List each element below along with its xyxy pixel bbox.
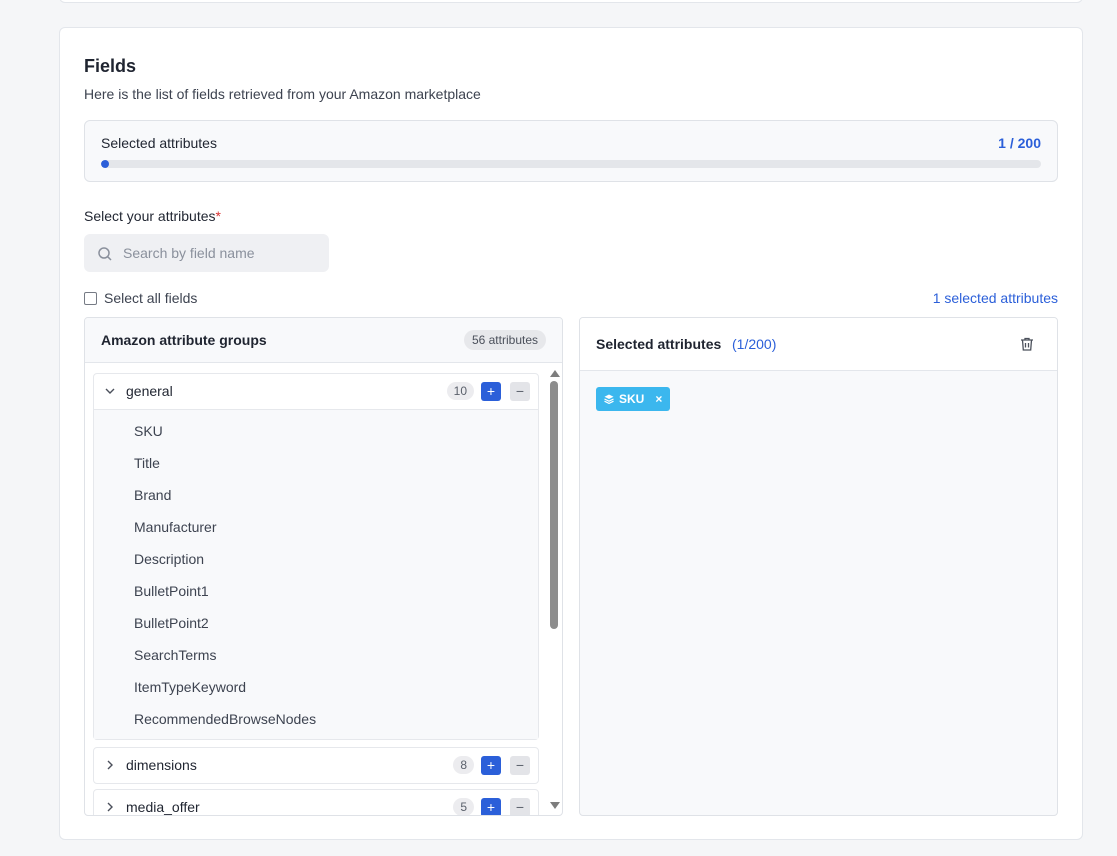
groups-scrollbar[interactable] [546, 364, 562, 815]
select-attributes-label-text: Select your attributes [84, 208, 216, 224]
selected-attribute-chip[interactable]: SKU × [596, 387, 671, 411]
attributes-count-badge: 56 attributes [463, 330, 546, 350]
attribute-groups-title: Amazon attribute groups [101, 332, 267, 348]
group-count-badge: 8 [453, 756, 474, 774]
group-general: general 10 + − SKU Title Brand Manufactu… [93, 373, 539, 740]
selected-attributes-panel: Selected attributes (1/200) SKU × [579, 317, 1058, 816]
chevron-right-icon[interactable] [105, 760, 115, 770]
attribute-item[interactable]: Title [94, 447, 538, 479]
trash-icon[interactable] [1019, 336, 1035, 352]
progress-count: 1 / 200 [998, 135, 1041, 151]
group-dimensions: dimensions 8 + − [93, 747, 539, 784]
select-all-checkbox[interactable] [84, 291, 97, 305]
attribute-item[interactable]: ItemTypeKeyword [94, 671, 538, 703]
required-mark: * [215, 208, 221, 224]
search-input[interactable] [123, 235, 323, 271]
attribute-item[interactable]: Description [94, 543, 538, 575]
group-count-badge: 10 [446, 382, 474, 400]
add-group-button[interactable]: + [481, 756, 501, 775]
add-group-button[interactable]: + [481, 798, 501, 815]
progress-label: Selected attributes [101, 135, 217, 151]
attribute-item[interactable]: SearchTerms [94, 639, 538, 671]
chevron-down-icon[interactable] [105, 386, 115, 396]
selected-attributes-title: Selected attributes [596, 336, 722, 352]
attribute-groups-panel: Amazon attribute groups 56 attributes ge… [84, 317, 563, 816]
chip-close-icon[interactable]: × [655, 392, 662, 406]
group-count-badge: 5 [453, 798, 474, 815]
attribute-item[interactable]: SKU [94, 415, 538, 447]
remove-group-button[interactable]: − [510, 798, 530, 815]
select-all-label: Select all fields [104, 290, 198, 306]
group-header-general[interactable]: general 10 + − [94, 374, 538, 409]
attribute-item[interactable]: RecommendedBrowseNodes [94, 703, 538, 735]
attribute-item[interactable]: BulletPoint1 [94, 575, 538, 607]
fields-card: Fields Here is the list of fields retrie… [59, 27, 1083, 840]
remove-group-button[interactable]: − [510, 382, 530, 401]
chevron-right-icon[interactable] [105, 802, 115, 812]
scroll-down-arrow[interactable] [550, 802, 560, 809]
chip-label: SKU [619, 392, 645, 406]
group-items-general: SKU Title Brand Manufacturer Description… [94, 409, 538, 739]
group-name: general [126, 383, 173, 399]
add-group-button[interactable]: + [481, 382, 501, 401]
selected-attributes-progress: Selected attributes 1 / 200 [84, 120, 1058, 182]
progress-track [101, 160, 1041, 168]
selected-attributes-link[interactable]: 1 selected attributes [933, 290, 1058, 306]
layers-icon [604, 394, 614, 404]
group-name: dimensions [126, 757, 197, 773]
remove-group-button[interactable]: − [510, 756, 530, 775]
search-field[interactable] [84, 234, 329, 272]
attribute-item[interactable]: BulletPoint2 [94, 607, 538, 639]
selected-attributes-count: (1/200) [732, 336, 777, 352]
selected-attributes-header: Selected attributes (1/200) [580, 318, 1057, 371]
search-icon [98, 247, 112, 261]
group-name: media_offer [126, 799, 200, 815]
previous-section-card [59, 0, 1083, 3]
attribute-item[interactable]: Manufacturer [94, 511, 538, 543]
group-header-dimensions[interactable]: dimensions 8 + − [94, 748, 538, 783]
select-attributes-label: Select your attributes* [84, 208, 221, 224]
group-header-media-offer[interactable]: media_offer 5 + − [94, 790, 538, 815]
page-title: Fields [84, 56, 137, 76]
group-media-offer: media_offer 5 + − [93, 789, 539, 815]
select-all-fields[interactable]: Select all fields [84, 290, 197, 306]
page-subtitle: Here is the list of fields retrieved fro… [84, 86, 481, 102]
attribute-item[interactable]: Brand [94, 479, 538, 511]
attribute-groups-header: Amazon attribute groups 56 attributes [85, 318, 562, 363]
scroll-up-arrow[interactable] [550, 370, 560, 377]
progress-fill [101, 160, 109, 168]
attribute-groups-list: general 10 + − SKU Title Brand Manufactu… [85, 364, 548, 815]
scroll-thumb[interactable] [550, 381, 558, 629]
